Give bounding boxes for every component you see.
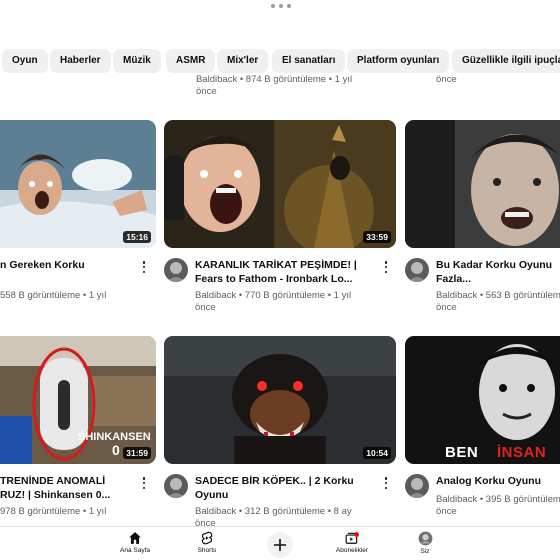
video-thumbnail[interactable]: 10:54 bbox=[164, 336, 396, 464]
nav-home-label: Ana Sayfa bbox=[120, 547, 150, 554]
handle-dots-icon bbox=[271, 4, 291, 10]
video-duration: 15:16 bbox=[123, 231, 151, 243]
create-button[interactable] bbox=[267, 532, 293, 558]
category-chip-bar: Oyun Haberler Müzik ASMR Mix'ler El sana… bbox=[0, 49, 560, 73]
channel-avatar[interactable] bbox=[164, 258, 188, 282]
more-vert-icon[interactable] bbox=[382, 476, 390, 490]
video-thumbnail[interactable]: 15:16 bbox=[0, 120, 156, 248]
nav-subscriptions-label: Abonelikler bbox=[335, 547, 369, 554]
video-thumbnail[interactable] bbox=[405, 120, 560, 248]
video-duration: 31:59 bbox=[123, 447, 151, 459]
plus-icon bbox=[274, 539, 286, 551]
prev-video-meta-2: önce bbox=[196, 86, 217, 97]
video-meta: 978 B görüntüleme • 1 yıl bbox=[0, 506, 107, 517]
video-duration: 33:59 bbox=[363, 231, 391, 243]
chip-haberler[interactable]: Haberler bbox=[50, 49, 111, 73]
video-meta: 558 B görüntüleme • 1 yıl bbox=[0, 290, 107, 301]
nav-you[interactable]: Siz bbox=[395, 531, 455, 559]
prev-video-meta: Baldiback • 874 B görüntüleme • 1 yıl bbox=[196, 74, 353, 85]
video-meta: Baldiback • 770 B görüntüleme • 1 yıl ön… bbox=[195, 290, 352, 313]
video-thumbnail[interactable]: SHINKANSEN 0 31:59 bbox=[0, 336, 156, 464]
shorts-icon bbox=[201, 531, 213, 545]
more-vert-icon[interactable] bbox=[140, 476, 148, 490]
chip-asmr[interactable]: ASMR bbox=[166, 49, 216, 73]
video-title[interactable]: KARANLIK TARİKAT PEŞİMDE! | Fears to Fat… bbox=[195, 258, 373, 286]
video-meta: Baldiback • 563 B görüntüleme önce bbox=[436, 290, 560, 313]
video-meta: Baldiback • 395 B görüntüleme önce bbox=[436, 494, 560, 517]
video-thumbnail[interactable]: 33:59 bbox=[164, 120, 396, 248]
channel-avatar[interactable] bbox=[164, 474, 188, 498]
subscriptions-icon bbox=[345, 532, 359, 544]
video-thumbnail[interactable]: BEN İNSAN bbox=[405, 336, 560, 464]
prev-video-meta-right: önce bbox=[436, 74, 457, 85]
video-title[interactable]: TRENİNDE ANOMALİ RUZ! | Shinkansen 0... bbox=[0, 474, 128, 502]
avatar-icon bbox=[418, 531, 432, 546]
video-title[interactable]: SADECE BİR KÖPEK.. | 2 Korku Oyunu bbox=[195, 474, 373, 502]
nav-shorts-label: Shorts bbox=[197, 547, 217, 554]
video-title[interactable]: Bu Kadar Korku Oyunu Fazla... bbox=[436, 258, 560, 286]
nav-subscriptions[interactable]: Abonelikler bbox=[322, 531, 382, 559]
bottom-navigation: Ana Sayfa Shorts Abonelikler Siz bbox=[0, 526, 560, 560]
nav-home[interactable]: Ana Sayfa bbox=[105, 531, 165, 559]
home-icon bbox=[129, 532, 141, 544]
chip-mixler[interactable]: Mix'ler bbox=[217, 49, 269, 73]
nav-you-label: Siz bbox=[420, 548, 430, 555]
video-title[interactable]: Analog Korku Oyunu bbox=[436, 474, 560, 488]
channel-avatar[interactable] bbox=[405, 474, 429, 498]
chip-oyun[interactable]: Oyun bbox=[2, 49, 48, 73]
chip-muzik[interactable]: Müzik bbox=[113, 49, 161, 73]
video-duration: 10:54 bbox=[363, 447, 391, 459]
more-vert-icon[interactable] bbox=[382, 260, 390, 274]
chip-el-sanatlari[interactable]: El sanatları bbox=[272, 49, 346, 73]
thumbnail-caption-number: 0 bbox=[112, 442, 120, 458]
chip-platform-oyunlari[interactable]: Platform oyunları bbox=[347, 49, 450, 73]
thumbnail-caption-white: BEN bbox=[445, 444, 479, 461]
video-title[interactable]: n Gereken Korku bbox=[0, 258, 128, 272]
chip-guzellik[interactable]: Güzellikle ilgili ipuçla bbox=[452, 49, 560, 73]
channel-avatar[interactable] bbox=[405, 258, 429, 282]
more-vert-icon[interactable] bbox=[140, 260, 148, 274]
nav-shorts[interactable]: Shorts bbox=[177, 531, 237, 559]
thumbnail-caption-red: İNSAN bbox=[497, 444, 547, 461]
